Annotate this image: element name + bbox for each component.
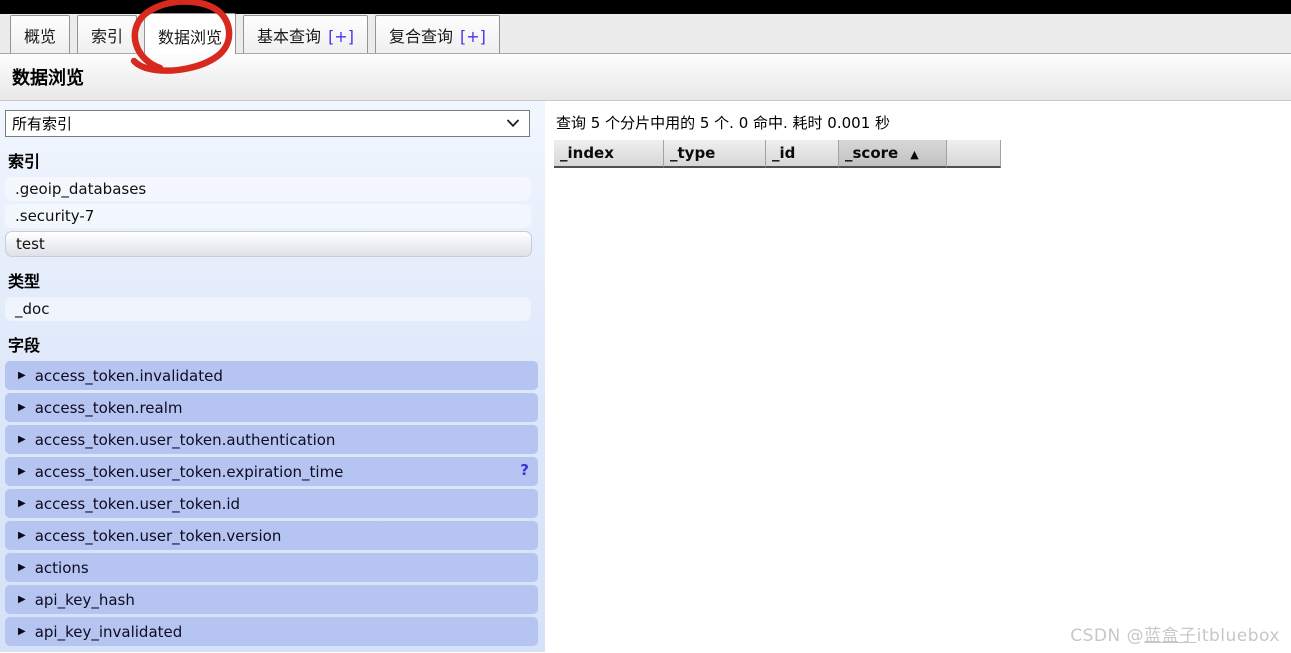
field-row-access-token-realm[interactable]: ▶ access_token.realm: [5, 393, 538, 422]
sidebar: 所有索引 索引 .geoip_databases .security-7 tes…: [0, 101, 545, 652]
expand-triangle-icon[interactable]: ▶: [18, 626, 26, 637]
watermark-prefix: CSDN @: [1070, 626, 1145, 646]
tab-overview-label: 概览: [24, 27, 57, 46]
type-item-doc[interactable]: _doc: [5, 297, 531, 321]
field-name: access_token.user_token.id: [34, 494, 241, 513]
tab-data-browser[interactable]: 数据浏览: [144, 13, 237, 54]
column-header-score[interactable]: _score ▲: [839, 140, 947, 168]
csdn-watermark: CSDN @蓝盒子itbluebox: [1070, 621, 1280, 646]
column-header-id[interactable]: _id: [766, 140, 839, 168]
field-row-access-token-invalidated[interactable]: ▶ access_token.invalidated: [5, 361, 538, 390]
tab-basic-query-label: 基本查询: [257, 27, 322, 46]
field-row-user-token-id[interactable]: ▶ access_token.user_token.id: [5, 489, 538, 518]
expand-triangle-icon[interactable]: ▶: [18, 402, 26, 413]
section-label-index: 索引: [8, 152, 41, 171]
column-header-id-label: _id: [772, 144, 796, 162]
field-name: api_key_hash: [34, 590, 135, 609]
column-header-index-label: _index: [560, 144, 614, 162]
index-item-security-7[interactable]: .security-7: [5, 204, 531, 228]
field-name: access_token.invalidated: [34, 366, 223, 385]
tab-bar: 概览 索引 数据浏览 基本查询 [+] 复合查询 [+]: [0, 13, 1291, 54]
expand-triangle-icon[interactable]: ▶: [18, 562, 26, 573]
column-header-index[interactable]: _index: [554, 140, 664, 168]
expand-triangle-icon[interactable]: ▶: [18, 594, 26, 605]
results-pane: 查询 5 个分片中用的 5 个. 0 命中. 耗时 0.001 秒 _index…: [545, 101, 1291, 652]
tab-compound-query[interactable]: 复合查询 [+]: [374, 15, 500, 53]
section-label-fields: 字段: [8, 336, 41, 355]
expand-triangle-icon[interactable]: ▶: [18, 530, 26, 541]
watermark-username: 蓝盒子: [1144, 626, 1197, 646]
index-item-test-selected[interactable]: test: [5, 231, 532, 257]
expand-triangle-icon[interactable]: ▶: [18, 498, 26, 509]
column-header-score-label: _score: [845, 144, 899, 162]
help-question-icon[interactable]: ?: [520, 461, 529, 479]
tab-data-browser-label: 数据浏览: [158, 28, 223, 47]
field-name: access_token.realm: [34, 398, 183, 417]
query-summary: 查询 5 个分片中用的 5 个. 0 命中. 耗时 0.001 秒: [556, 114, 891, 132]
chevron-down-icon: [506, 119, 520, 128]
field-row-user-token-authentication[interactable]: ▶ access_token.user_token.authentication: [5, 425, 538, 454]
column-header-spacer: [947, 140, 1001, 168]
field-row-user-token-expiration-time[interactable]: ▶ access_token.user_token.expiration_tim…: [5, 457, 538, 486]
page-title: 数据浏览: [12, 68, 84, 89]
field-row-actions[interactable]: ▶ actions: [5, 553, 538, 582]
results-table-header: _index _type _id _score ▲: [554, 140, 1291, 168]
new-compound-query-plus-icon[interactable]: [+]: [460, 27, 486, 46]
field-row-api-key-hash[interactable]: ▶ api_key_hash: [5, 585, 538, 614]
field-name: actions: [34, 558, 89, 577]
sort-ascending-icon: ▲: [910, 148, 919, 161]
page-header: 数据浏览: [0, 54, 1291, 101]
watermark-suffix: itbluebox: [1196, 626, 1280, 646]
field-name: access_token.user_token.version: [34, 526, 282, 545]
tab-indices[interactable]: 索引: [77, 15, 138, 53]
column-header-type-label: _type: [670, 144, 716, 162]
section-label-type: 类型: [8, 272, 41, 291]
expand-triangle-icon[interactable]: ▶: [18, 434, 26, 445]
field-row-api-key-invalidated[interactable]: ▶ api_key_invalidated: [5, 617, 538, 646]
tab-basic-query[interactable]: 基本查询 [+]: [243, 15, 368, 53]
content-area: 所有索引 索引 .geoip_databases .security-7 tes…: [0, 101, 1291, 652]
field-row-user-token-version[interactable]: ▶ access_token.user_token.version: [5, 521, 538, 550]
index-select-value: 所有索引: [12, 115, 73, 133]
new-query-plus-icon[interactable]: [+]: [328, 27, 354, 46]
expand-triangle-icon[interactable]: ▶: [18, 466, 26, 477]
field-name: access_token.user_token.expiration_time: [34, 462, 344, 481]
tab-overview[interactable]: 概览: [10, 15, 71, 53]
tab-indices-label: 索引: [91, 27, 124, 46]
index-select[interactable]: 所有索引: [5, 110, 530, 137]
tab-compound-query-label: 复合查询: [388, 27, 453, 46]
top-black-bar: [0, 0, 1291, 14]
column-header-type[interactable]: _type: [664, 140, 766, 168]
index-item-geoip-databases[interactable]: .geoip_databases: [5, 177, 531, 201]
expand-triangle-icon[interactable]: ▶: [18, 370, 26, 381]
field-name: api_key_invalidated: [34, 622, 183, 641]
field-name: access_token.user_token.authentication: [34, 430, 336, 449]
